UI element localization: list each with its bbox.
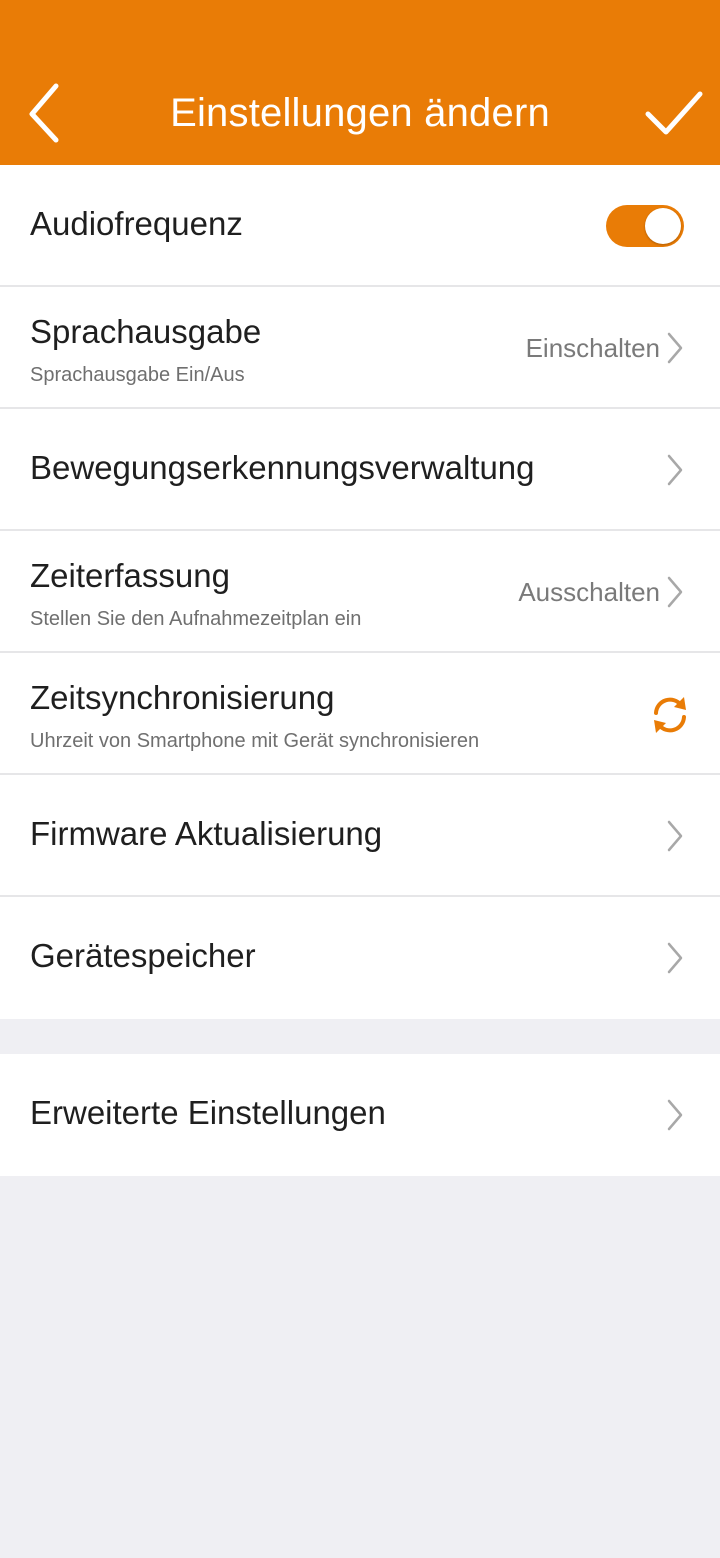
setting-firmware[interactable]: Firmware Aktualisierung	[0, 775, 720, 897]
setting-bewegungserkennung[interactable]: Bewegungserkennungsverwaltung	[0, 409, 720, 531]
chevron-right-icon	[667, 332, 683, 364]
setting-geraetespeicher[interactable]: Gerätespeicher	[0, 897, 720, 1019]
chevron-right-icon	[667, 454, 683, 486]
chevron-right-icon	[667, 820, 683, 852]
chevron-right-icon	[667, 1099, 683, 1131]
sync-icon[interactable]	[648, 693, 692, 737]
setting-value: Ausschalten	[518, 577, 660, 607]
chevron-right-icon	[667, 576, 683, 608]
setting-value: Einschalten	[525, 333, 660, 363]
header-bar: Einstellungen ändern	[0, 0, 720, 165]
setting-label: Audiofrequenz	[30, 205, 243, 242]
setting-sprachausgabe[interactable]: Sprachausgabe Sprachausgabe Ein/Aus Eins…	[0, 287, 720, 409]
setting-sublabel: Uhrzeit von Smartphone mit Gerät synchro…	[30, 730, 480, 752]
checkmark-icon	[645, 91, 703, 135]
setting-erweitert[interactable]: Erweiterte Einstellungen	[0, 1054, 720, 1176]
setting-zeiterfassung[interactable]: Zeiterfassung Stellen Sie den Aufnahmeze…	[0, 531, 720, 653]
page-title: Einstellungen ändern	[170, 91, 550, 135]
setting-zeitsynchronisierung: Zeitsynchronisierung Uhrzeit von Smartph…	[0, 653, 720, 775]
setting-label: Gerätespeicher	[30, 937, 256, 974]
setting-label: Firmware Aktualisierung	[30, 815, 383, 852]
settings-screen: Einstellungen ändern Audiofrequenz Sprac…	[0, 0, 720, 1558]
settings-list: Audiofrequenz Sprachausgabe Sprachausgab…	[0, 165, 720, 1019]
confirm-button[interactable]	[638, 82, 708, 144]
chevron-right-icon	[667, 942, 683, 974]
setting-label: Zeitsynchronisierung	[30, 679, 335, 716]
setting-audiofrequenz: Audiofrequenz	[0, 165, 720, 287]
setting-sublabel: Stellen Sie den Aufnahmezeitplan ein	[30, 608, 362, 630]
audio-toggle[interactable]	[606, 205, 684, 247]
setting-label: Erweiterte Einstellungen	[30, 1094, 386, 1131]
setting-label: Bewegungserkennungsverwaltung	[30, 449, 535, 486]
advanced-list: Erweiterte Einstellungen	[0, 1054, 720, 1176]
setting-label: Sprachausgabe	[30, 313, 262, 350]
setting-sublabel: Sprachausgabe Ein/Aus	[30, 364, 245, 386]
setting-label: Zeiterfassung	[30, 557, 230, 594]
toggle-knob	[645, 208, 681, 244]
